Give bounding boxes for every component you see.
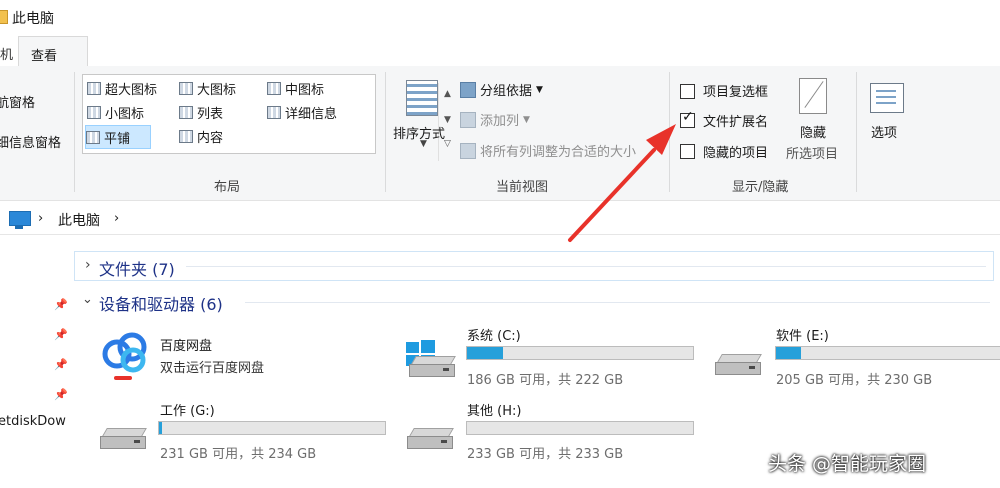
drive-sub-baidu: 双击运行百度网盘 <box>160 361 265 376</box>
add-columns-icon <box>460 111 476 128</box>
address-bar[interactable] <box>0 206 1000 235</box>
group-label-show-hide: 显示/隐藏 <box>732 180 789 195</box>
drive-free-h: 233 GB 可用，共 233 GB <box>467 447 624 462</box>
medium-icons-icon <box>267 81 281 95</box>
drive-name-h[interactable]: 其他 (H:) <box>467 400 521 419</box>
layout-large-icons[interactable]: 大图标 <box>179 77 236 99</box>
hide-selected-sublabel: 所选项目 <box>786 147 839 162</box>
navigation-pane-button[interactable]: 航窗格 <box>0 92 35 111</box>
group-label-layout: 布局 <box>214 180 241 195</box>
breadcrumb-separator[interactable]: › <box>38 211 43 226</box>
pin-icon[interactable]: 📌 <box>54 388 68 401</box>
tab-view[interactable]: 查看 <box>18 36 88 68</box>
chevron-down-icon[interactable]: ▼ <box>420 139 427 149</box>
drive-name-e[interactable]: 软件 (E:) <box>776 325 829 344</box>
hide-selected-button[interactable]: 隐藏 <box>800 122 826 141</box>
size-all-columns-button[interactable]: 将所有列调整为合适的大小 <box>460 141 636 160</box>
layout-medium-icons[interactable]: 中图标 <box>267 77 324 99</box>
size-columns-icon <box>460 142 476 159</box>
group-by-icon <box>460 81 476 98</box>
group-divider <box>245 302 990 303</box>
group-by-button[interactable]: 分组依据 ▼ <box>460 80 543 99</box>
drive-usage-bar-h <box>466 421 694 435</box>
layout-content[interactable]: 内容 <box>179 125 223 147</box>
drive-name-baidu[interactable]: 百度网盘 <box>160 335 212 354</box>
tiles-icon <box>86 130 100 144</box>
drive-usage-bar-e <box>775 346 1000 360</box>
drive-free-e: 205 GB 可用，共 230 GB <box>776 373 933 388</box>
ribbon-separator <box>856 72 857 192</box>
group-label-current-view: 当前视图 <box>496 180 549 195</box>
this-pc-icon-stand <box>15 226 23 229</box>
chevron-down-icon: ▼ <box>523 114 530 125</box>
pin-icon[interactable]: 📌 <box>54 328 68 341</box>
checkmark-icon: ✓ <box>682 109 694 125</box>
content-icon <box>179 129 193 143</box>
layout-gallery-scroll[interactable]: ▲ ▼ ▽ <box>438 83 457 161</box>
nav-item-netdisk[interactable]: etdiskDow <box>0 414 66 429</box>
layout-tiles[interactable]: 平铺 <box>85 125 151 149</box>
hard-drive-icon <box>715 354 762 375</box>
drive-usage-bar-g <box>158 421 386 435</box>
layout-extra-large-icons[interactable]: 超大图标 <box>87 77 157 99</box>
pin-icon[interactable]: 📌 <box>54 358 68 371</box>
drive-name-c[interactable]: 系统 (C:) <box>467 325 521 344</box>
window-title: 此电脑 <box>12 11 54 27</box>
chevron-down-icon[interactable]: ⌄ <box>82 292 93 307</box>
layout-details[interactable]: 详细信息 <box>267 101 337 123</box>
layout-gallery: 超大图标 大图标 中图标 小图标 列表 详细信息 平铺 内容 ▲ ▼ ▽ <box>82 74 451 161</box>
watermark: 头条 @智能玩家圈 <box>768 453 927 475</box>
drive-usage-bar-c <box>466 346 694 360</box>
hidden-items-label: 隐藏的项目 <box>703 146 769 161</box>
item-checkboxes-label: 项目复选框 <box>703 85 769 100</box>
extra-large-icons-icon <box>87 81 101 95</box>
hard-drive-icon <box>407 428 454 449</box>
hidden-items-checkbox[interactable] <box>680 144 695 159</box>
item-checkboxes-checkbox[interactable] <box>680 84 695 99</box>
devices-group-label: 设备和驱动器 (6) <box>99 295 223 314</box>
list-icon <box>179 105 193 119</box>
hard-drive-icon <box>409 356 456 377</box>
layout-list[interactable]: 列表 <box>179 101 223 123</box>
chevron-right-icon[interactable]: › <box>85 257 91 273</box>
ribbon-separator <box>669 72 670 192</box>
drive-free-c: 186 GB 可用，共 222 GB <box>467 373 624 388</box>
ribbon-separator <box>385 72 386 192</box>
tab-computer[interactable]: 机 <box>0 44 13 63</box>
drive-free-g: 231 GB 可用，共 234 GB <box>160 447 317 462</box>
details-pane-button[interactable]: 细信息窗格 <box>0 132 61 151</box>
group-divider <box>186 266 986 267</box>
tab-view-label: 查看 <box>31 49 58 64</box>
title-bar <box>0 0 1000 34</box>
folder-icon <box>0 10 8 24</box>
file-extensions-checkbox[interactable]: ✓ <box>680 109 695 128</box>
scroll-up-icon[interactable]: ▲ <box>444 89 451 99</box>
baidu-netdisk-icon[interactable] <box>100 330 150 384</box>
sort-by-icon[interactable] <box>406 80 438 116</box>
drive-name-g[interactable]: 工作 (G:) <box>160 400 215 419</box>
breadcrumb-this-pc[interactable]: 此电脑 <box>58 210 100 230</box>
add-columns-button[interactable]: 添加列 ▼ <box>460 110 530 129</box>
scroll-down-icon[interactable]: ▼ <box>444 115 451 125</box>
chevron-down-icon: ▼ <box>536 84 543 95</box>
hide-selected-icon[interactable] <box>799 78 827 114</box>
breadcrumb-separator[interactable]: › <box>114 211 119 226</box>
details-icon <box>267 105 281 119</box>
small-icons-icon <box>87 105 101 119</box>
options-icon[interactable] <box>870 83 904 113</box>
folders-group-label: 文件夹 (7) <box>99 260 175 279</box>
ribbon-separator <box>74 72 75 192</box>
sort-by-button[interactable]: 排序方式 <box>393 123 445 142</box>
hard-drive-icon <box>100 428 147 449</box>
this-pc-icon <box>9 211 31 226</box>
file-extensions-label: 文件扩展名 <box>703 115 769 130</box>
pin-icon[interactable]: 📌 <box>54 298 68 311</box>
ribbon-tab-strip <box>0 34 1000 67</box>
options-button[interactable]: 选项 <box>871 122 897 141</box>
layout-small-icons[interactable]: 小图标 <box>87 101 144 123</box>
large-icons-icon <box>179 81 193 95</box>
expand-gallery-icon[interactable]: ▽ <box>444 139 451 149</box>
ribbon: 航窗格 细信息窗格 超大图标 大图标 中图标 小图标 列表 详细信息 平铺 内容… <box>0 66 1000 201</box>
